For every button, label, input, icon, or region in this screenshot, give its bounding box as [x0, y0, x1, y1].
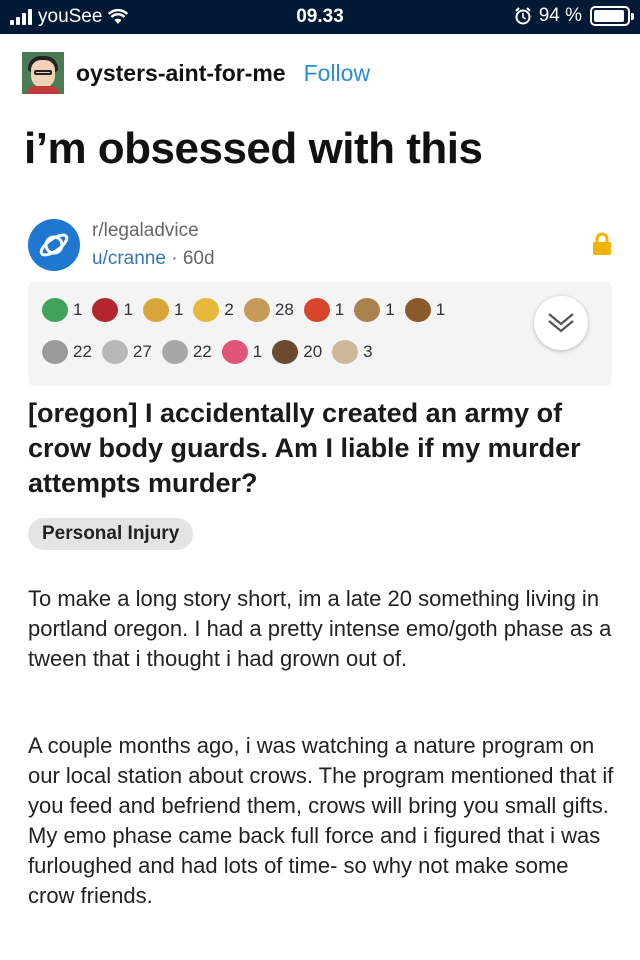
award-count: 1: [385, 300, 395, 319]
alarm-icon: [514, 7, 531, 25]
subreddit-name: r/legaladvice: [92, 220, 199, 241]
award-item[interactable]: 2: [193, 298, 234, 322]
award-item[interactable]: 28: [243, 298, 294, 322]
cheers-award-icon: [332, 340, 359, 364]
meta-separator: ·: [171, 248, 178, 269]
award-item[interactable]: 1: [92, 298, 133, 322]
medal-award-icon: [193, 298, 220, 322]
chevron-down-icon: [548, 313, 574, 333]
award-count: 1: [123, 300, 133, 319]
graduation-award-icon: [142, 298, 169, 322]
award-count: 27: [132, 342, 152, 361]
award-item[interactable]: 1: [221, 340, 263, 364]
award-count: 22: [192, 342, 212, 361]
award-count: 3: [363, 342, 373, 361]
award-item[interactable]: 22: [161, 340, 212, 364]
award-item[interactable]: 1: [404, 298, 446, 322]
awards-row-1: 1 1 1 2 28 1 1 1: [42, 298, 445, 322]
silver-award-icon: [161, 340, 188, 364]
post-meta: u/cranne · 60d: [92, 248, 215, 270]
awards-panel: 1 1 1 2 28 1 1 1 22 27 22 1 20 3: [28, 282, 612, 386]
saturn-icon: [39, 233, 69, 257]
award-count: 1: [252, 342, 263, 361]
award-count: 1: [73, 300, 83, 319]
award-item[interactable]: 1: [142, 298, 184, 322]
post-age: 60d: [182, 248, 215, 269]
deer-award-icon: [354, 298, 381, 322]
award-count: 1: [435, 300, 446, 319]
award-count: 22: [73, 342, 92, 361]
award-item[interactable]: 1: [303, 298, 345, 322]
body-paragraph: To make a long story short, im a late 20…: [28, 586, 612, 671]
bear-award-icon: [272, 340, 299, 364]
award-count: 1: [334, 300, 345, 319]
award-item[interactable]: 3: [332, 340, 373, 364]
hands-award-icon: [243, 298, 270, 322]
award-item[interactable]: 20: [272, 340, 322, 364]
flair-badge: Personal Injury: [28, 518, 194, 550]
award-item[interactable]: 22: [42, 340, 92, 364]
battery-icon: [590, 6, 634, 26]
award-item[interactable]: 27: [101, 340, 152, 364]
disguise-award-icon: [42, 340, 68, 364]
burger-award-icon: [404, 298, 431, 322]
award-count: 28: [274, 300, 294, 319]
post-author: u/cranne: [92, 248, 166, 269]
blog-name[interactable]: oysters-aint-for-me: [76, 60, 286, 87]
battery-percentage: 94 %: [538, 5, 582, 26]
body-paragraph: A couple months ago, i was watching a na…: [28, 733, 614, 908]
award-item[interactable]: 1: [42, 298, 82, 322]
crab-award-icon: [303, 298, 330, 322]
reddit-post-title: [oregon] I accidentally created an army …: [28, 398, 581, 498]
avatar[interactable]: [22, 52, 64, 94]
status-bar: youSee 09.33 94 %: [0, 0, 640, 34]
awards-row-2: 22 27 22 1 20 3: [42, 340, 373, 364]
wholesome-award-icon: [221, 340, 248, 364]
blog-header: oysters-aint-for-me Follow: [22, 52, 370, 94]
subreddit-icon: [28, 219, 80, 271]
award-count: 20: [303, 342, 323, 361]
lock-icon: [593, 232, 611, 255]
follow-button[interactable]: Follow: [304, 60, 370, 87]
award-count: 2: [224, 300, 234, 319]
award-count: 1: [173, 300, 184, 319]
expand-awards-button[interactable]: [534, 296, 588, 350]
post-title: i’m obsessed with this: [24, 124, 483, 173]
heart-award-icon: [92, 298, 119, 322]
laughing-award-icon: [101, 340, 128, 364]
smiley-award-icon: [42, 298, 68, 322]
award-item[interactable]: 1: [354, 298, 395, 322]
